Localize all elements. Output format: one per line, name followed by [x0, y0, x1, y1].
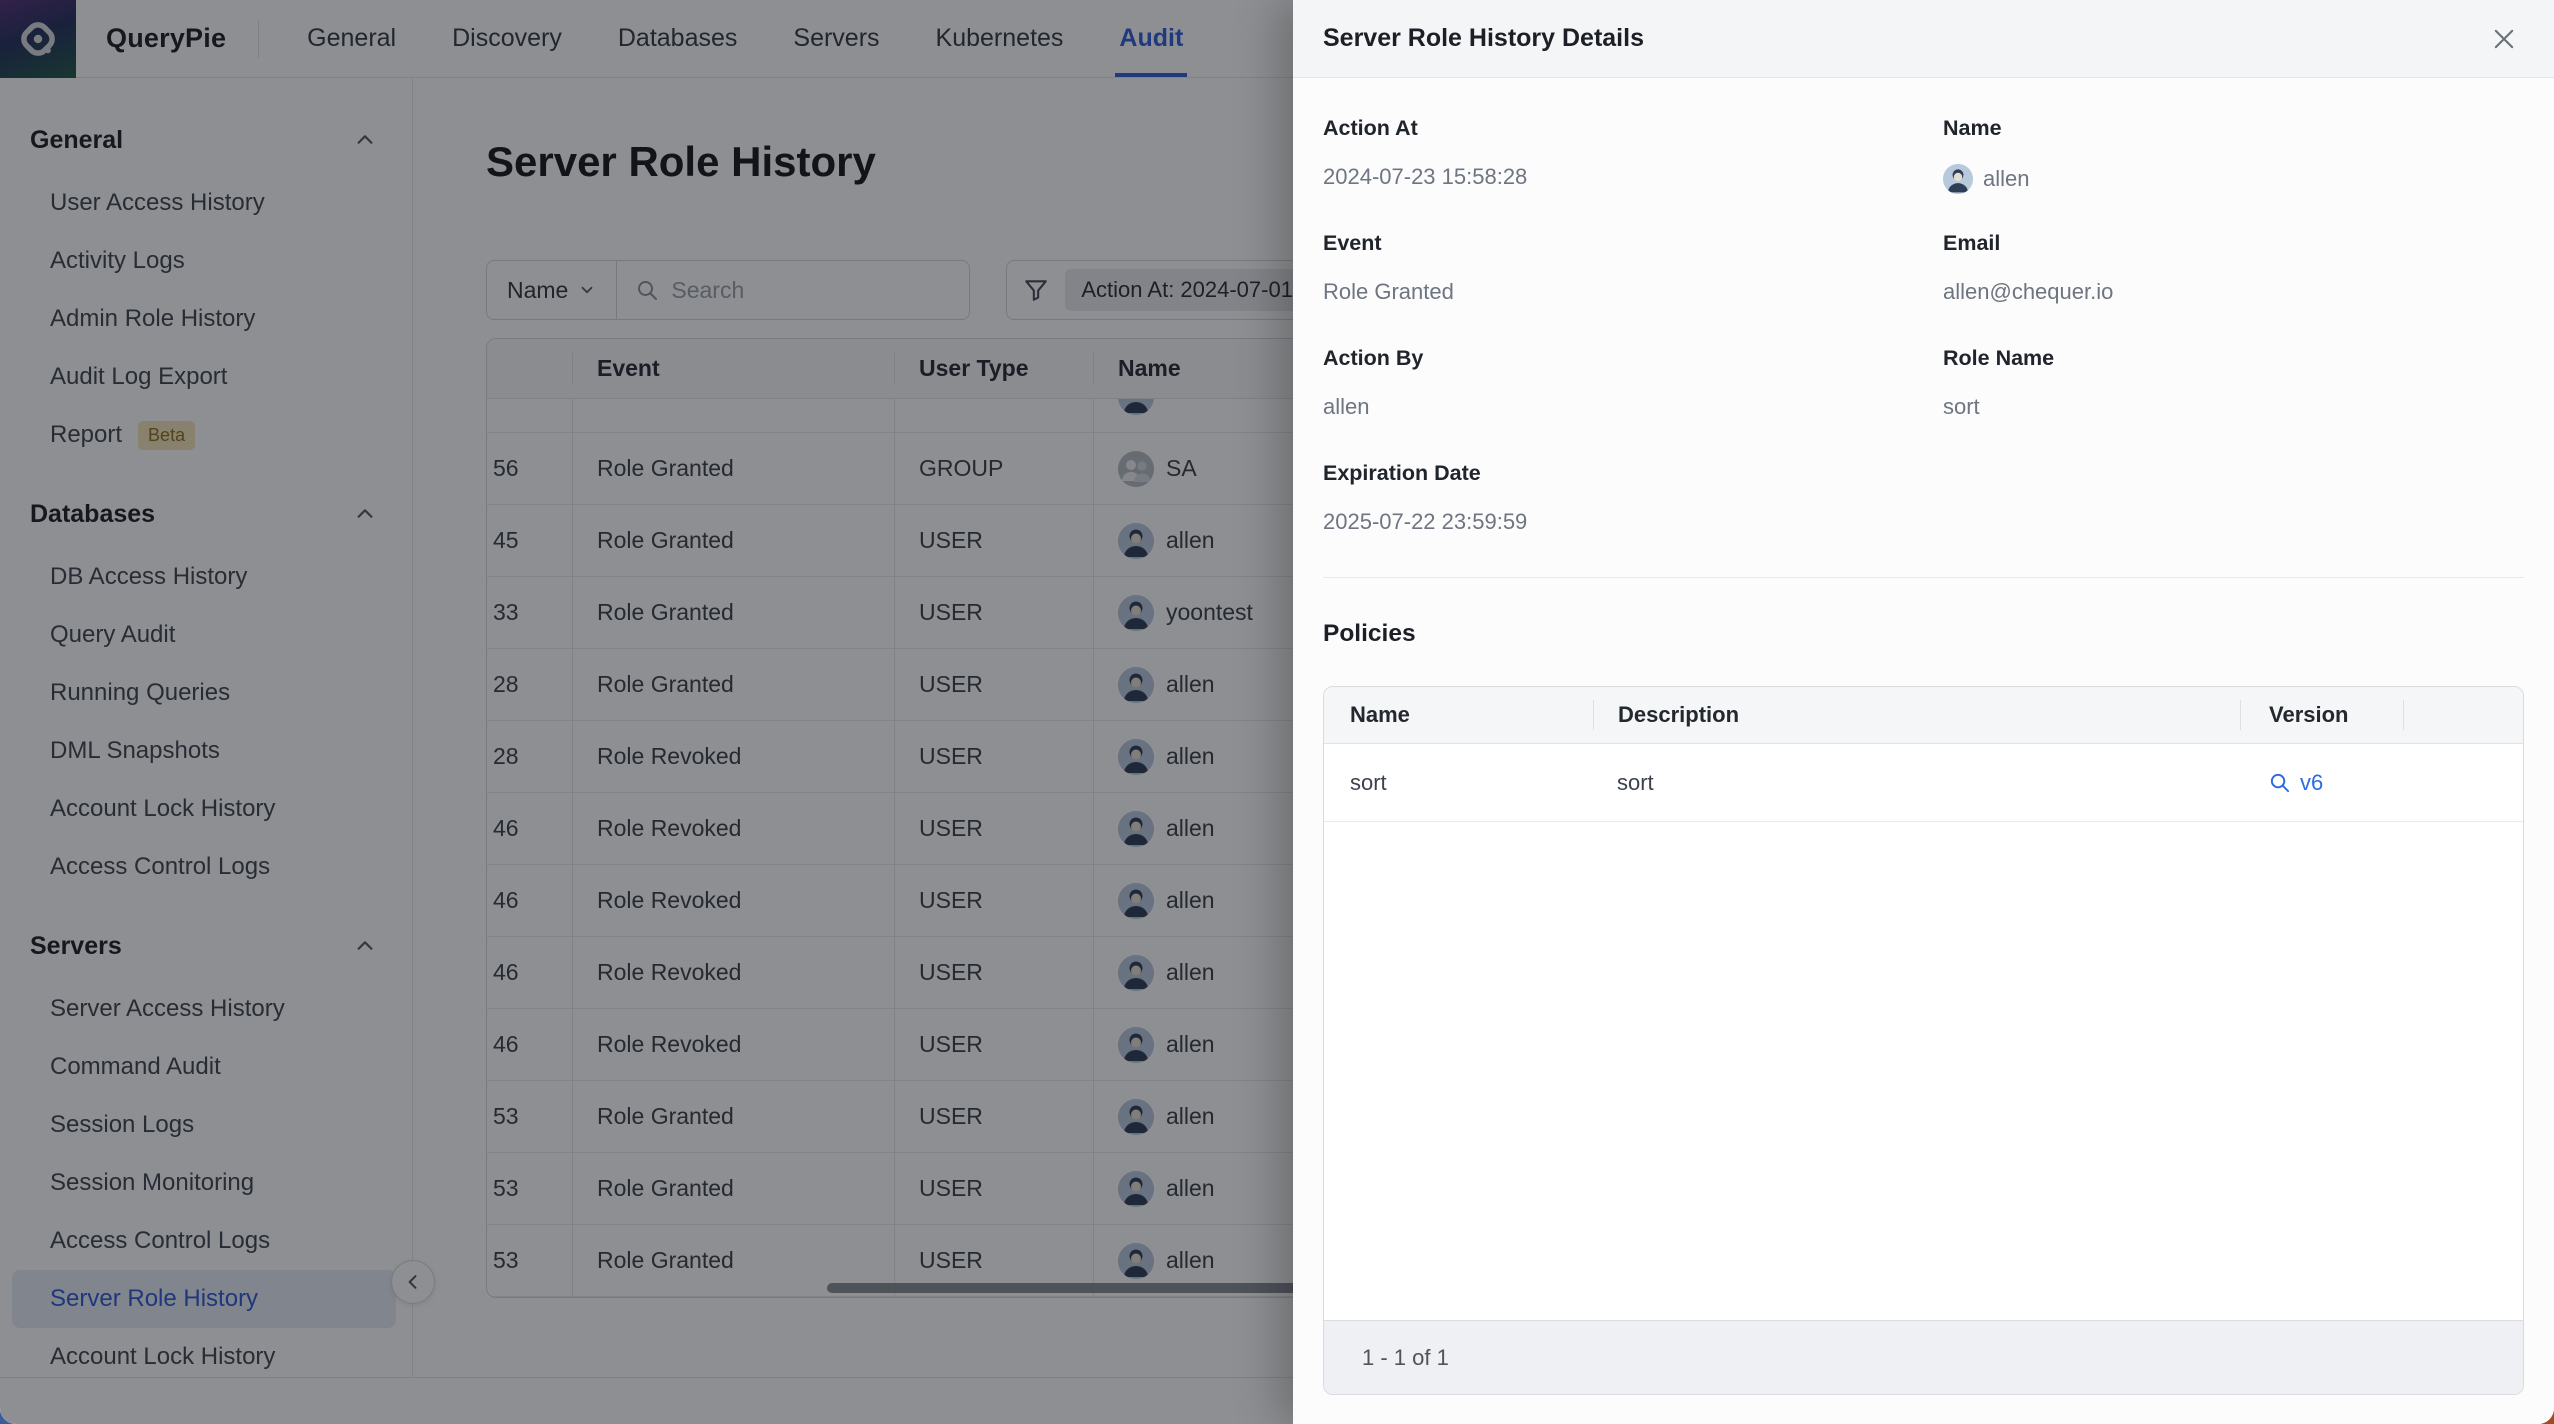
user-avatar — [1943, 164, 1973, 194]
panel-header: Server Role History Details — [1293, 0, 2554, 78]
field-action-at: Action At 2024-07-23 15:58:28 — [1323, 114, 1943, 229]
magnifier-icon — [2268, 771, 2291, 794]
close-icon — [2490, 25, 2518, 53]
policy-name: sort — [1324, 744, 1593, 821]
field-name: Name allen — [1943, 114, 2524, 229]
close-button[interactable] — [2484, 19, 2524, 59]
section-divider — [1323, 577, 2524, 578]
policies-heading: Policies — [1323, 618, 2524, 650]
field-expiration-date: Expiration Date 2025-07-22 23:59:59 — [1323, 459, 1943, 574]
modal-dim-overlay[interactable] — [0, 0, 1293, 1424]
policies-column-description[interactable]: Description — [1593, 700, 2240, 730]
policies-table: Name Description Version sort sort v6 — [1323, 686, 2524, 1395]
policies-pagination: 1 - 1 of 1 — [1324, 1320, 2523, 1394]
policies-empty-area — [1324, 822, 2523, 1320]
policy-row[interactable]: sort sort v6 — [1324, 744, 2523, 822]
policy-version-link[interactable]: v6 — [2268, 770, 2323, 796]
field-action-by: Action By allen — [1323, 344, 1943, 459]
panel-title: Server Role History Details — [1323, 24, 1644, 53]
policies-body: sort sort v6 — [1324, 744, 2523, 822]
policy-description: sort — [1593, 744, 2240, 821]
app-window: QueryPie General Discovery Databases Ser… — [0, 0, 2554, 1424]
field-email: Email allen@chequer.io — [1943, 229, 2524, 344]
policies-header-row: Name Description Version — [1324, 687, 2523, 744]
detail-fields: Action At 2024-07-23 15:58:28 Name allen… — [1293, 78, 2554, 574]
details-panel: Server Role History Details Action At 20… — [1293, 0, 2554, 1424]
policies-column-name[interactable]: Name — [1324, 700, 1593, 730]
field-event: Event Role Granted — [1323, 229, 1943, 344]
policies-column-version[interactable]: Version — [2240, 700, 2403, 730]
field-role-name: Role Name sort — [1943, 344, 2524, 459]
